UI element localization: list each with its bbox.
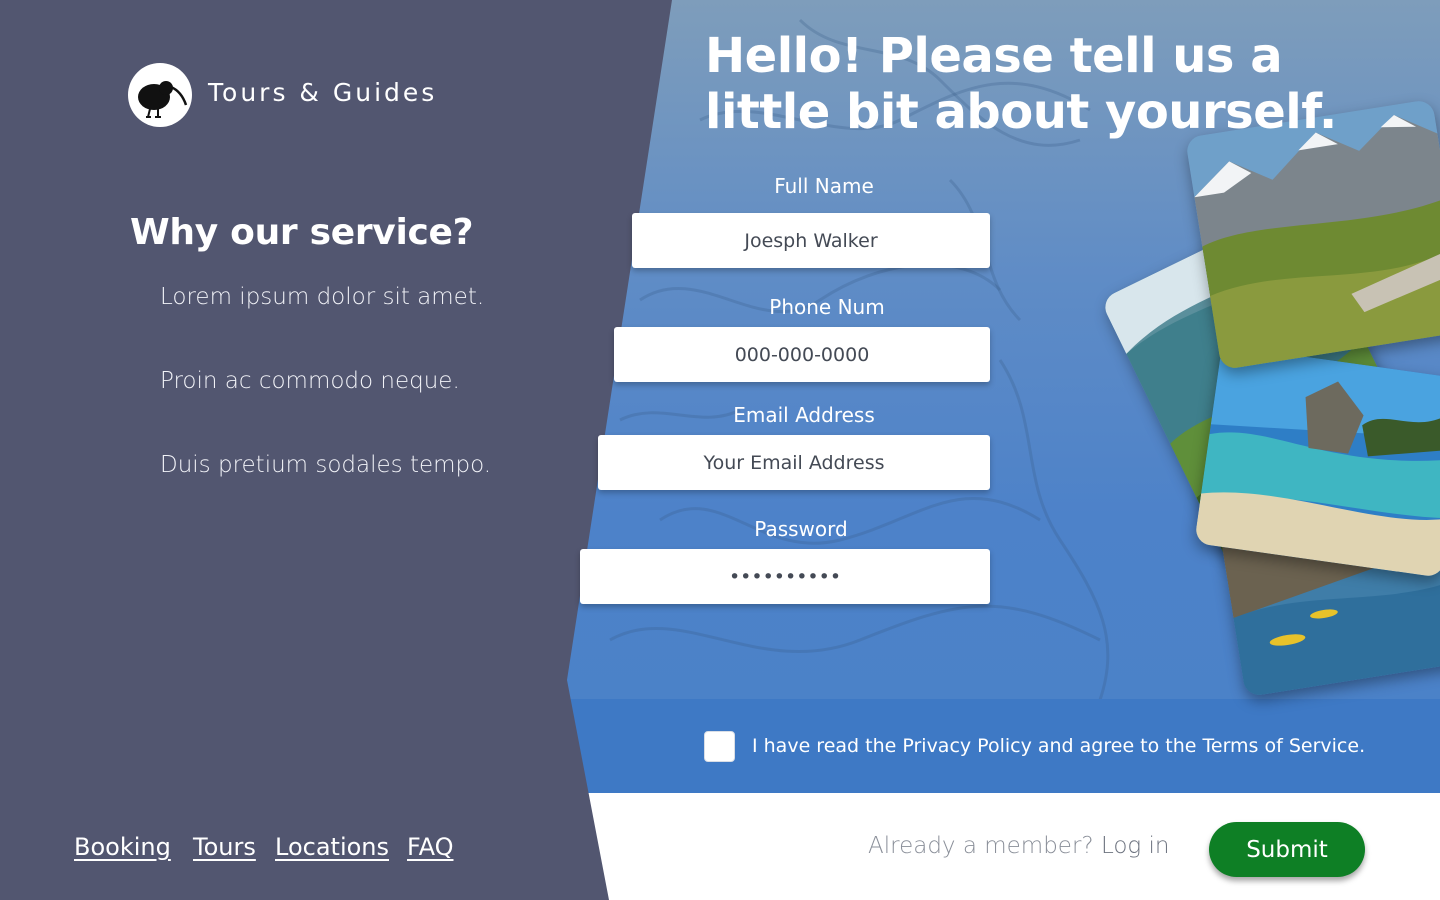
footer-link-locations[interactable]: Locations xyxy=(275,833,389,861)
sidebar-panel: Tours & Guides Why our service? Lorem ip… xyxy=(0,0,672,900)
terms-checkbox[interactable] xyxy=(704,731,735,762)
password-label: Password xyxy=(754,517,848,541)
login-link[interactable]: Log in xyxy=(1101,833,1170,859)
why-section-title: Why our service? xyxy=(130,212,474,253)
footer-link-booking[interactable]: Booking xyxy=(74,833,171,861)
full-name-label: Full Name xyxy=(774,174,874,198)
terms-label: I have read the Privacy Policy and agree… xyxy=(752,735,1366,757)
why-item: Duis pretium sodales tempo. xyxy=(160,452,492,478)
member-prompt-text: Already a member? xyxy=(868,833,1094,859)
email-label: Email Address xyxy=(733,403,875,427)
password-input[interactable] xyxy=(580,549,990,604)
footer-link-faq[interactable]: FAQ xyxy=(407,833,454,861)
phone-input[interactable] xyxy=(614,327,990,382)
beach-cove-photo xyxy=(1194,345,1440,578)
member-prompt: Already a member? Log in xyxy=(868,833,1170,859)
logo[interactable] xyxy=(128,63,192,127)
why-item: Lorem ipsum dolor sit amet. xyxy=(160,284,485,310)
why-item: Proin ac commodo neque. xyxy=(160,368,460,394)
brand-name: Tours & Guides xyxy=(208,78,438,107)
email-input[interactable] xyxy=(598,435,990,490)
phone-label: Phone Num xyxy=(769,295,885,319)
form-headline: Hello! Please tell us a little bit about… xyxy=(705,28,1337,140)
full-name-input[interactable] xyxy=(632,213,990,268)
footer-link-tours[interactable]: Tours xyxy=(193,833,256,861)
kiwi-bird-icon xyxy=(138,81,188,118)
submit-button[interactable]: Submit xyxy=(1209,822,1365,877)
